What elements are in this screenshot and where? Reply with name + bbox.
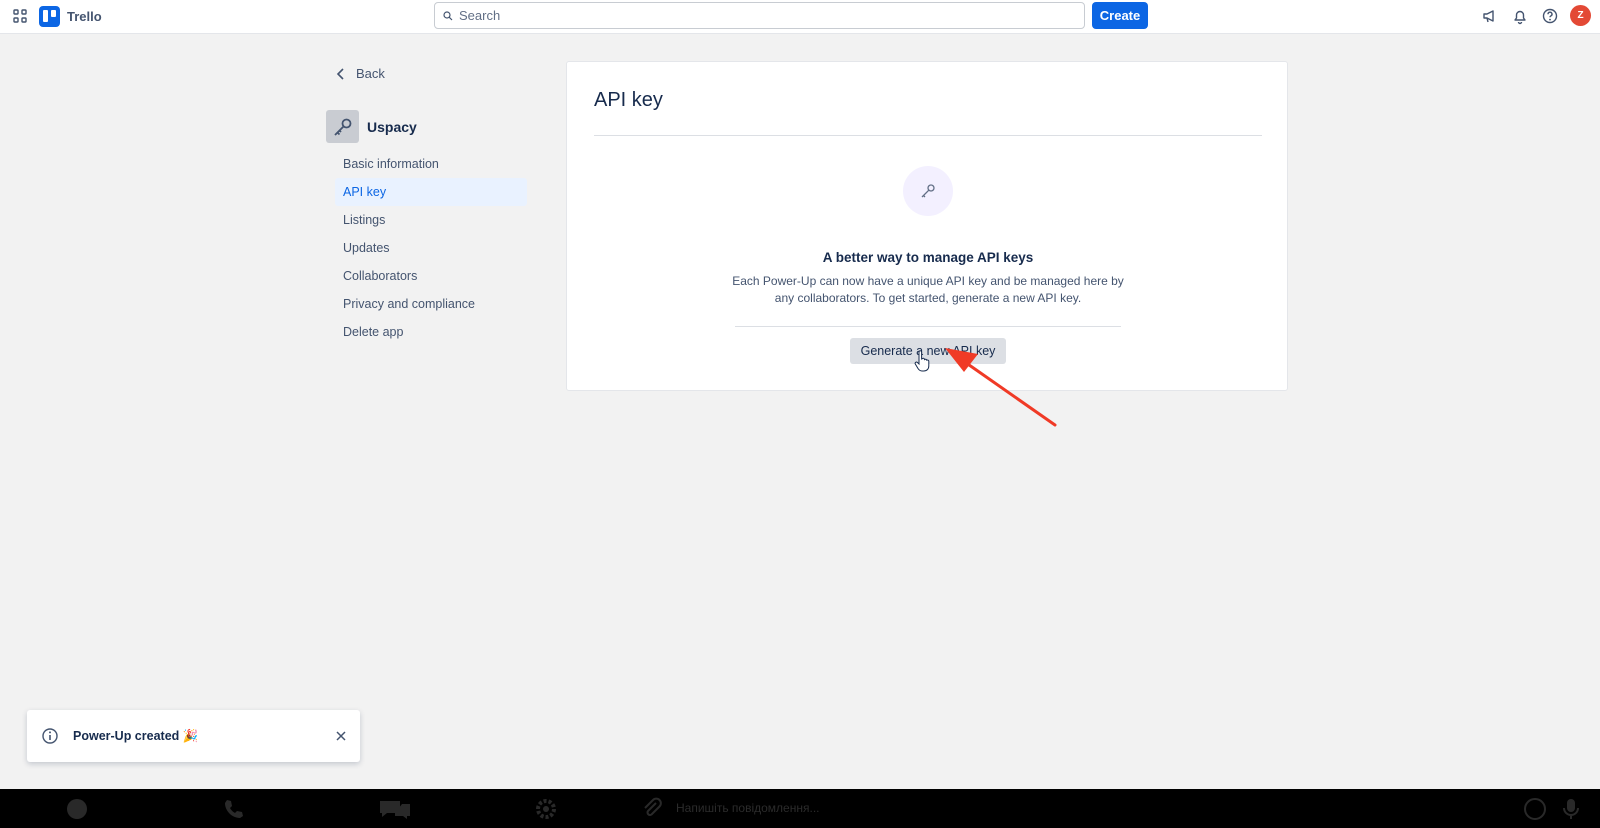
help-icon[interactable]	[1541, 7, 1559, 25]
empty-state-description: Each Power-Up can now have a unique API …	[732, 274, 1124, 305]
microphone-icon[interactable]	[1559, 797, 1583, 821]
sidebar-item-api-key[interactable]: API key	[335, 178, 527, 206]
user-icon[interactable]	[65, 797, 89, 821]
search-box[interactable]	[434, 2, 1085, 29]
empty-state-divider	[735, 326, 1121, 327]
title-divider	[594, 135, 1262, 136]
page-title: API key	[594, 89, 663, 111]
key-illustration	[903, 166, 953, 216]
phone-icon[interactable]	[222, 797, 246, 821]
gear-icon[interactable]	[534, 797, 558, 821]
key-icon	[333, 118, 351, 136]
trello-logo-icon	[39, 5, 60, 27]
sidebar-item-updates[interactable]: Updates	[335, 234, 527, 262]
apps-grid-icon[interactable]	[12, 8, 28, 24]
sidebar-nav: Basic information API key Listings Updat…	[335, 150, 527, 346]
sidebar-item-privacy-and-compliance[interactable]: Privacy and compliance	[335, 290, 527, 318]
back-label: Back	[356, 66, 385, 81]
app-icon	[326, 110, 359, 143]
toast-message: Power-Up created 🎉	[73, 728, 199, 743]
sidebar-item-basic-information[interactable]: Basic information	[335, 150, 527, 178]
app-header: Uspacy	[326, 110, 417, 143]
avatar[interactable]: Z	[1570, 5, 1591, 26]
close-icon[interactable]	[334, 729, 348, 743]
sidebar-item-collaborators[interactable]: Collaborators	[335, 262, 527, 290]
annotation-arrow-icon	[945, 348, 1057, 427]
megaphone-icon[interactable]	[1481, 7, 1499, 25]
logo-text: Trello	[67, 8, 102, 24]
toast-notification: Power-Up created 🎉	[27, 710, 360, 762]
bottom-chat-bar: Напишіть повідомлення...	[0, 789, 1600, 828]
sidebar-item-delete-app[interactable]: Delete app	[335, 318, 527, 346]
bell-icon[interactable]	[1511, 7, 1529, 25]
back-link[interactable]: Back	[336, 66, 385, 81]
search-icon	[443, 10, 453, 20]
search-input[interactable]	[459, 8, 1059, 23]
chat-icon[interactable]	[378, 797, 412, 821]
create-button[interactable]: Create	[1092, 2, 1148, 29]
hand-cursor-icon	[914, 350, 930, 372]
key-icon	[921, 184, 935, 198]
empty-state-title: A better way to manage API keys	[822, 250, 1034, 265]
app-name: Uspacy	[367, 118, 417, 135]
emoji-icon[interactable]	[1523, 797, 1547, 821]
top-header: Trello Create Z	[0, 0, 1600, 34]
trello-logo[interactable]: Trello	[39, 4, 102, 28]
attachment-icon[interactable]	[640, 797, 664, 821]
message-input-placeholder[interactable]: Напишіть повідомлення...	[676, 801, 819, 815]
sidebar-item-listings[interactable]: Listings	[335, 206, 527, 234]
info-icon	[42, 728, 58, 744]
chevron-left-icon	[336, 67, 344, 80]
api-key-card: API key A better way to manage API keys …	[566, 61, 1288, 391]
